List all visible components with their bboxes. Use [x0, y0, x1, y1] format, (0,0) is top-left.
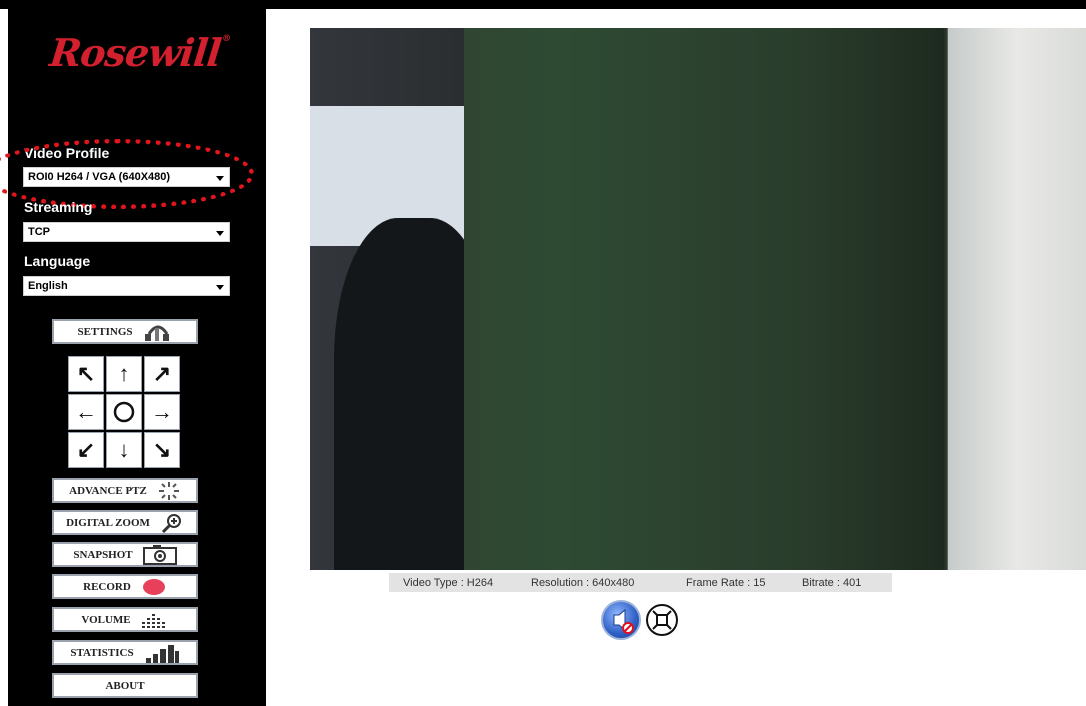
video-scene-cylinder: [464, 28, 944, 570]
digital-zoom-label: DIGITAL ZOOM: [66, 516, 150, 529]
statistics-button[interactable]: STATISTICS: [52, 640, 198, 665]
brand-name: Rosewill: [47, 30, 223, 75]
about-label: ABOUT: [105, 679, 145, 692]
bar-chart-icon: [145, 644, 179, 663]
settings-button[interactable]: SETTINGS: [52, 319, 198, 344]
ptz-burst-icon: [158, 481, 179, 500]
camera-icon: [142, 544, 177, 565]
stream-stats-bar: Video Type : H264 Resolution : 640x480 F…: [389, 573, 892, 592]
record-label: RECORD: [83, 580, 131, 593]
snapshot-label: SNAPSHOT: [73, 548, 133, 561]
language-label: Language: [24, 253, 91, 269]
about-button[interactable]: ABOUT: [52, 673, 198, 698]
snapshot-button[interactable]: SNAPSHOT: [52, 542, 198, 567]
arrow-down-right-icon[interactable]: ↘: [144, 432, 180, 468]
volume-label: VOLUME: [81, 613, 131, 626]
arrow-up-left-icon[interactable]: ↖: [68, 356, 104, 392]
resolution-stat: Resolution : 640x480: [531, 576, 635, 589]
arrow-right-icon[interactable]: →: [144, 394, 180, 430]
statistics-label: STATISTICS: [70, 646, 134, 659]
streaming-select[interactable]: TCP: [23, 222, 230, 242]
top-border: [0, 0, 1086, 9]
live-video-feed[interactable]: [310, 28, 1086, 570]
arrow-down-left-icon[interactable]: ↙: [68, 432, 104, 468]
mute-toggle-button[interactable]: [601, 600, 641, 640]
record-button[interactable]: RECORD: [52, 574, 198, 599]
fullscreen-button[interactable]: [646, 604, 678, 636]
volume-button[interactable]: VOLUME: [52, 607, 198, 632]
circle-icon: [113, 401, 135, 423]
chevron-down-icon: [216, 285, 224, 290]
ptz-control-pad: ↖ ↑ ↗ ← → ↙ ↓ ↘: [68, 356, 182, 468]
arrow-left-icon[interactable]: ←: [68, 394, 104, 430]
frame-rate-stat: Frame Rate : 15: [686, 576, 766, 589]
arrow-down-icon[interactable]: ↓: [106, 432, 142, 468]
digital-zoom-button[interactable]: DIGITAL ZOOM: [52, 510, 198, 535]
video-type-stat: Video Type : H264: [403, 576, 494, 589]
advance-ptz-button[interactable]: ADVANCE PTZ: [52, 478, 198, 503]
rosewill-logo: Rosewill®: [48, 30, 231, 75]
volume-equalizer-icon: [141, 613, 165, 628]
arrow-up-icon[interactable]: ↑: [106, 356, 142, 392]
language-value: English: [28, 280, 68, 292]
chevron-down-icon: [216, 231, 224, 236]
advance-ptz-label: ADVANCE PTZ: [69, 484, 147, 497]
language-select[interactable]: English: [23, 276, 230, 296]
speaker-muted-icon: [613, 608, 634, 634]
settings-tools-icon: [144, 325, 169, 341]
video-scene-paper: [948, 28, 1086, 570]
zoom-magnifier-icon: [161, 513, 181, 533]
streaming-label: Streaming: [24, 199, 93, 215]
streaming-value: TCP: [28, 226, 50, 238]
fullscreen-icon: [652, 610, 672, 630]
trademark-mark: ®: [221, 34, 231, 44]
arrow-up-right-icon[interactable]: ↗: [144, 356, 180, 392]
bitrate-stat: Bitrate : 401: [802, 576, 862, 589]
settings-label: SETTINGS: [77, 325, 133, 338]
record-dot-icon: [142, 578, 165, 595]
home-circle-icon[interactable]: [106, 394, 142, 430]
